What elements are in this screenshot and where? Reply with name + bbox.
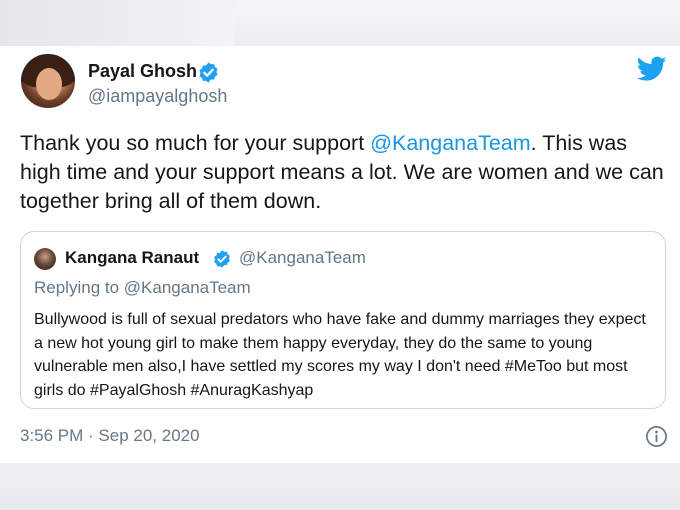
- quoted-tweet-text: Bullywood is full of sexual predators wh…: [34, 311, 646, 399]
- mention-link[interactable]: @KanganaTeam: [370, 131, 530, 155]
- verified-badge-icon: [199, 62, 218, 83]
- tweet-timestamp[interactable]: 3:56 PM · Sep 20, 2020: [20, 426, 200, 446]
- quoted-author-name: Kangana Ranaut: [65, 248, 200, 267]
- author-avatar[interactable]: [21, 54, 75, 108]
- avatar-face: [36, 68, 62, 100]
- author-handle[interactable]: @iampayalghosh: [88, 86, 227, 107]
- bottom-background-strip: [0, 463, 680, 510]
- replying-to-label: Replying to @KanganaTeam: [34, 278, 251, 297]
- tweet-text: Thank you so much for your support @Kang…: [20, 129, 670, 216]
- info-icon[interactable]: [645, 425, 668, 448]
- top-background-strip: [0, 0, 680, 46]
- twitter-bird-icon[interactable]: [637, 56, 667, 82]
- tweet-card: Payal Ghosh @iampayalghosh Thank you so …: [0, 46, 680, 463]
- author-name[interactable]: Payal Ghosh: [88, 61, 197, 82]
- quoted-author-handle: @KanganaTeam: [239, 248, 366, 267]
- tweet-text-before: Thank you so much for your support: [20, 131, 371, 155]
- verified-badge-icon: [214, 250, 230, 268]
- quoted-author-avatar: [34, 248, 56, 270]
- quoted-tweet-card[interactable]: Kangana Ranaut @KanganaTeam Replying to …: [20, 231, 666, 409]
